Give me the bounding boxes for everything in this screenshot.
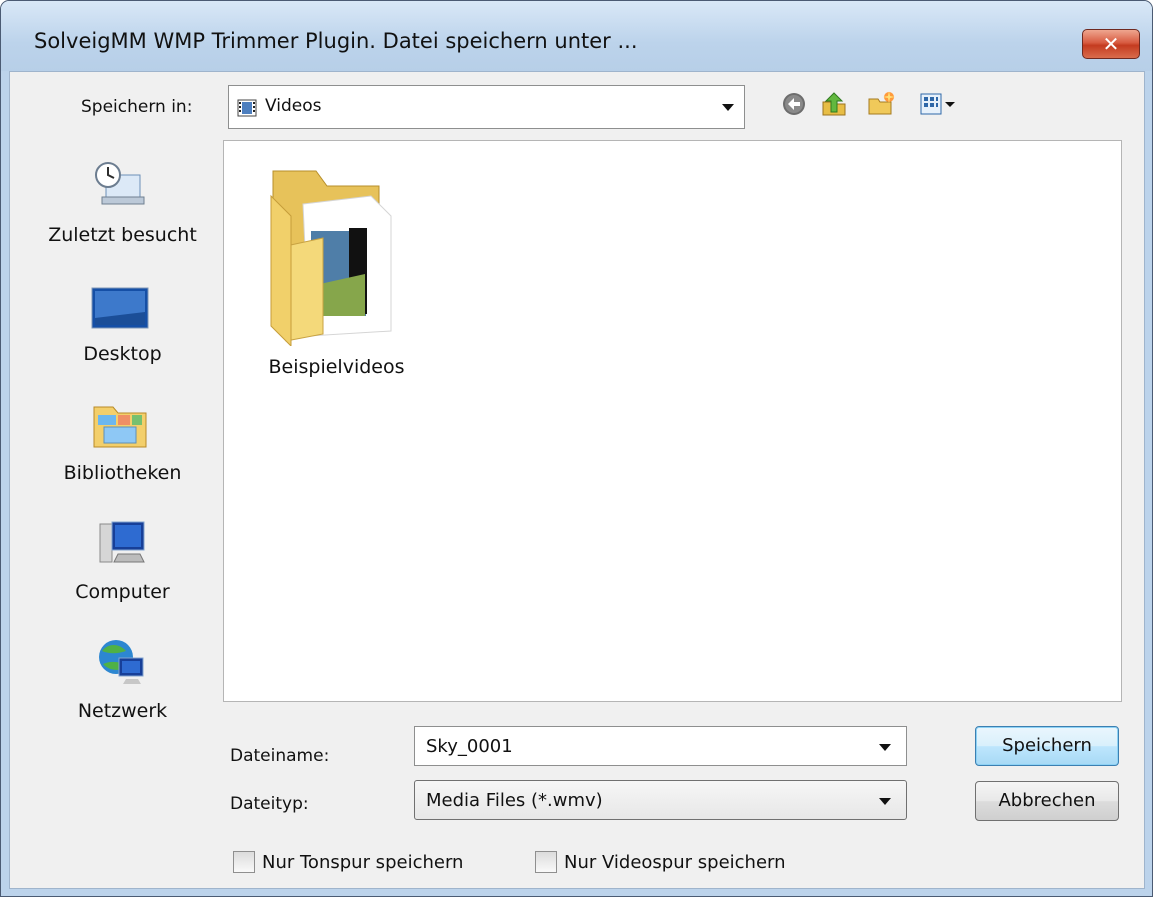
video-only-checkbox[interactable] bbox=[535, 851, 557, 873]
places-bar: Zuletzt besucht Desktop Bibliotheken Com… bbox=[25, 140, 220, 724]
filetype-select[interactable]: Media Files (*.wmv) bbox=[414, 780, 907, 820]
save-in-label: Speichern in: bbox=[81, 97, 193, 117]
save-as-dialog: SolveigMM WMP Trimmer Plugin. Datei spei… bbox=[0, 0, 1153, 897]
folder-label: Beispielvideos bbox=[268, 356, 405, 378]
new-folder-button[interactable] bbox=[866, 89, 896, 119]
recent-places-icon bbox=[95, 162, 145, 205]
filename-label: Dateiname: bbox=[230, 746, 330, 766]
place-recent[interactable]: Zuletzt besucht bbox=[25, 145, 220, 246]
view-menu-button[interactable] bbox=[917, 89, 961, 119]
title-bar[interactable]: SolveigMM WMP Trimmer Plugin. Datei spei… bbox=[1, 1, 1152, 71]
video-only-option[interactable]: Nur Videospur speichern bbox=[535, 851, 786, 873]
network-icon bbox=[99, 640, 144, 684]
back-icon bbox=[783, 93, 805, 115]
filetype-label: Dateityp: bbox=[230, 794, 309, 814]
audio-only-checkbox[interactable] bbox=[233, 851, 255, 873]
audio-only-option[interactable]: Nur Tonspur speichern bbox=[233, 851, 463, 873]
back-button[interactable] bbox=[779, 89, 809, 119]
save-in-value: Videos bbox=[265, 96, 322, 116]
new-folder-icon bbox=[868, 91, 895, 115]
filetype-value: Media Files (*.wmv) bbox=[426, 790, 603, 811]
filename-input[interactable]: Sky_0001 bbox=[426, 736, 513, 757]
close-icon: ✕ bbox=[1102, 32, 1120, 56]
save-in-combobox[interactable]: Videos bbox=[228, 85, 745, 129]
folder-icon bbox=[270, 170, 392, 346]
chevron-down-icon[interactable] bbox=[879, 798, 891, 805]
libraries-icon bbox=[93, 406, 147, 448]
chevron-down-icon[interactable] bbox=[722, 104, 734, 111]
place-label-libraries: Bibliotheken bbox=[63, 462, 182, 484]
file-list[interactable]: Beispielvideos bbox=[223, 140, 1122, 702]
place-label-recent: Zuletzt besucht bbox=[48, 224, 197, 246]
desktop-icon bbox=[91, 287, 149, 329]
up-folder-button[interactable] bbox=[819, 89, 849, 119]
videos-library-icon bbox=[237, 99, 257, 117]
filename-combobox[interactable]: Sky_0001 bbox=[414, 726, 907, 766]
place-network[interactable]: Netzwerk bbox=[25, 621, 220, 722]
view-menu-icon bbox=[920, 93, 955, 115]
place-desktop[interactable]: Desktop bbox=[25, 264, 220, 365]
folder-item[interactable]: Beispielvideos bbox=[249, 156, 424, 386]
close-button[interactable]: ✕ bbox=[1082, 29, 1140, 59]
computer-icon bbox=[99, 521, 145, 563]
chevron-down-icon[interactable] bbox=[879, 744, 891, 751]
save-button[interactable]: Speichern bbox=[975, 726, 1119, 766]
cancel-button[interactable]: Abbrechen bbox=[975, 781, 1119, 821]
place-libraries[interactable]: Bibliotheken bbox=[25, 383, 220, 484]
place-label-desktop: Desktop bbox=[83, 343, 162, 365]
audio-only-label: Nur Tonspur speichern bbox=[262, 851, 464, 873]
video-only-label: Nur Videospur speichern bbox=[564, 851, 786, 873]
place-computer[interactable]: Computer bbox=[25, 502, 220, 603]
place-label-computer: Computer bbox=[75, 581, 170, 603]
window-title: SolveigMM WMP Trimmer Plugin. Datei spei… bbox=[34, 29, 638, 53]
place-label-network: Netzwerk bbox=[77, 700, 168, 722]
up-folder-icon bbox=[822, 92, 846, 116]
